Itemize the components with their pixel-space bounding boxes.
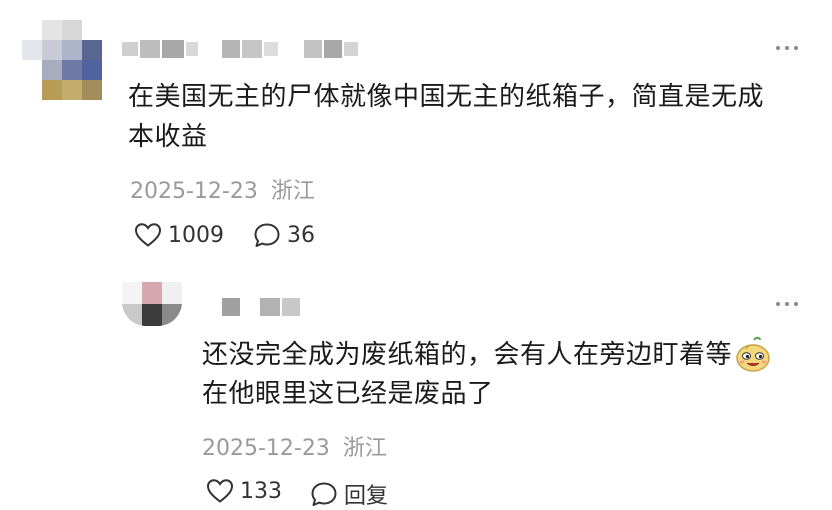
reply-avatar[interactable] bbox=[122, 282, 182, 326]
reply-location: 浙江 bbox=[342, 436, 387, 461]
reply-like-count: 133 bbox=[240, 478, 282, 504]
speech-bubble-icon bbox=[254, 223, 280, 247]
comment-meta: 2025-12-23 浙江 bbox=[130, 173, 315, 205]
heart-outline-icon bbox=[134, 223, 162, 247]
comment-text-line1: 在美国无主的尸体就像中国无主的纸箱子，简直是无成 bbox=[128, 82, 765, 112]
reply-text-line1-content: 还没完全成为废纸箱的，会有人在旁边盯着等 bbox=[202, 340, 733, 370]
reply-like-button[interactable]: 133 bbox=[206, 478, 282, 504]
comment-reply-button[interactable]: 36 bbox=[253, 222, 315, 248]
heart-outline-icon bbox=[206, 479, 234, 503]
reply-meta: 2025-12-23 浙江 bbox=[202, 430, 387, 462]
comment-like-count: 1009 bbox=[168, 222, 224, 248]
reply-text-line1: 还没完全成为废纸箱的，会有人在旁边盯着等 bbox=[202, 336, 772, 374]
avatar[interactable] bbox=[22, 20, 102, 100]
reply-text-line2: 在他眼里这已经是废品了 bbox=[202, 379, 494, 409]
comment-location: 浙江 bbox=[270, 179, 315, 204]
reply-username[interactable] bbox=[222, 298, 302, 318]
sly-face-emoji bbox=[736, 336, 770, 372]
reply-date: 2025-12-23 bbox=[202, 436, 330, 461]
reply-label: 回复 bbox=[344, 484, 389, 509]
comment-like-button[interactable]: 1009 bbox=[134, 222, 224, 248]
comment-date: 2025-12-23 bbox=[130, 179, 258, 204]
reply-more-options-icon[interactable] bbox=[776, 302, 798, 306]
username[interactable] bbox=[122, 40, 362, 58]
more-options-icon[interactable] bbox=[776, 46, 798, 50]
comment-reply-count: 36 bbox=[287, 222, 315, 248]
reply-button[interactable]: 回复 bbox=[310, 478, 388, 510]
speech-bubble-icon bbox=[311, 482, 337, 506]
comment-text-line2: 本收益 bbox=[128, 122, 208, 152]
